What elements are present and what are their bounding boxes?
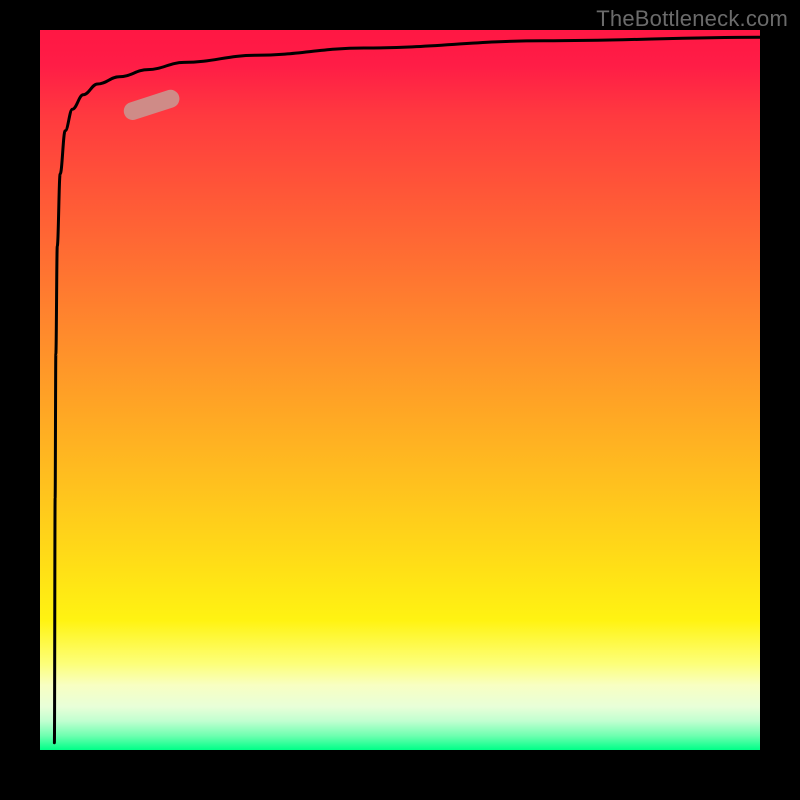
- chart-svg: [40, 30, 760, 750]
- watermark-text: TheBottleneck.com: [596, 6, 788, 32]
- chart-curve: [54, 37, 760, 743]
- chart-plot-area: [40, 30, 760, 750]
- curve-highlight-marker: [121, 87, 181, 122]
